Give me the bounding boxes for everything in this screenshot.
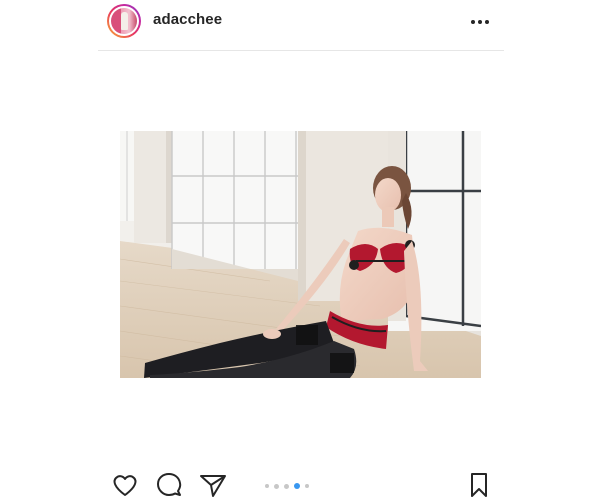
username[interactable]: adacchee	[153, 11, 222, 28]
paper-plane-icon	[200, 475, 226, 497]
comment-bubble-icon	[157, 473, 182, 496]
share-button[interactable]	[198, 470, 228, 500]
carousel-indicator	[265, 482, 309, 490]
bookmark-icon	[471, 473, 487, 497]
avatar-figure	[121, 12, 128, 30]
carousel-dot	[305, 484, 309, 488]
save-button[interactable]	[464, 470, 494, 500]
avatar-photo	[111, 8, 137, 34]
carousel-dot	[265, 484, 269, 488]
carousel-dot	[284, 483, 289, 489]
photo-scene	[120, 131, 481, 378]
avatar-ring-gap	[109, 6, 139, 36]
heart-icon	[113, 475, 137, 496]
carousel-dot-active	[294, 483, 300, 489]
more-options-button[interactable]	[468, 12, 492, 32]
avatar[interactable]	[107, 4, 141, 38]
comment-button[interactable]	[154, 470, 184, 500]
post-actions	[98, 460, 504, 500]
like-button[interactable]	[110, 470, 140, 500]
more-options-icon	[471, 20, 489, 24]
post-photo[interactable]	[120, 131, 481, 378]
instagram-post: adacchee	[0, 0, 600, 500]
post-header: adacchee	[98, 0, 504, 51]
carousel-dot	[274, 483, 279, 489]
